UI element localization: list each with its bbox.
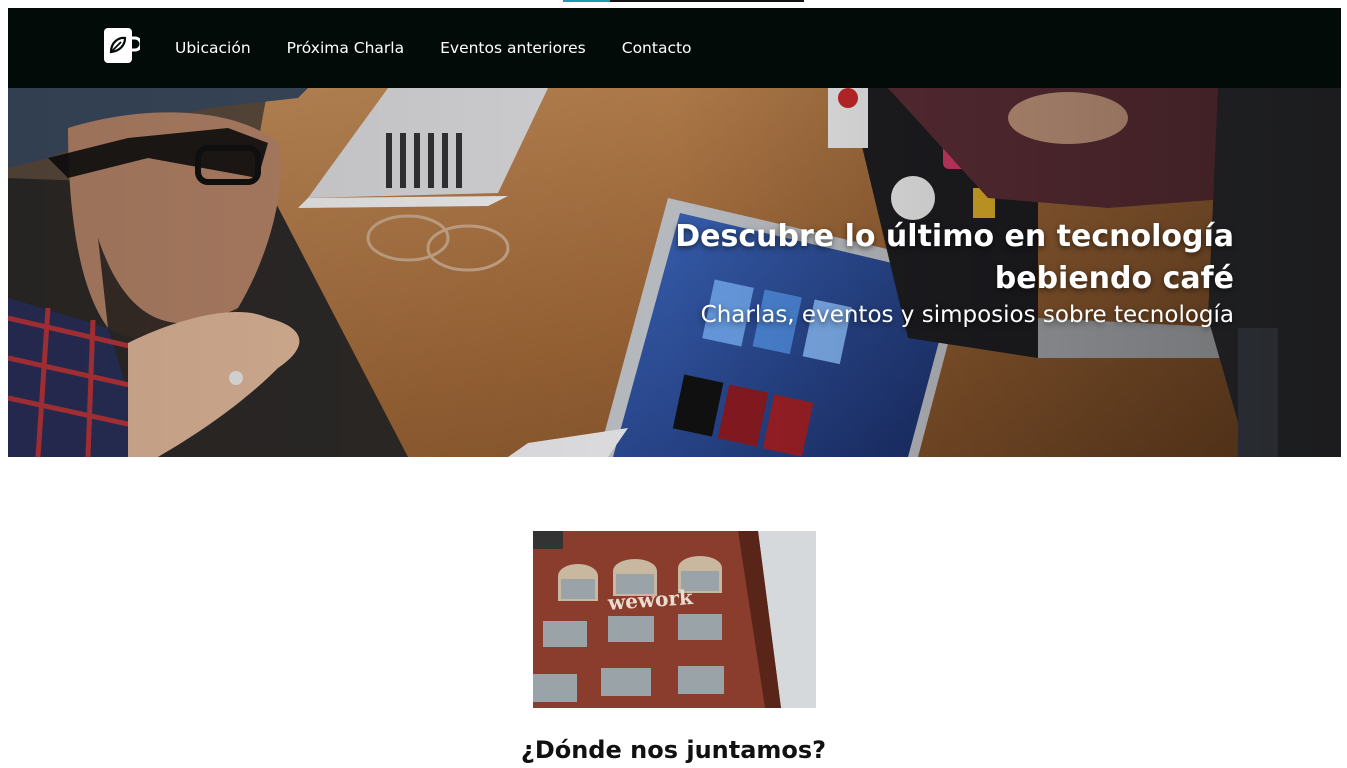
top-strip: [563, 0, 804, 2]
hero-subtitle: Charlas, eventos y simposios sobre tecno…: [700, 302, 1234, 328]
navbar: Ubicación Próxima Charla Eventos anterio…: [8, 8, 1341, 88]
nav-links: Ubicación Próxima Charla Eventos anterio…: [175, 8, 728, 88]
hero-text: Descubre lo último en tecnología bebiend…: [594, 216, 1234, 330]
nav-link-ubicacion[interactable]: Ubicación: [175, 39, 251, 57]
section-title-donde: ¿Dónde nos juntamos?: [520, 736, 827, 764]
nav-link-contacto[interactable]: Contacto: [622, 39, 692, 57]
nav-link-proxima-charla[interactable]: Próxima Charla: [287, 39, 404, 57]
hero-banner: Descubre lo último en tecnología bebiend…: [8, 88, 1341, 457]
location-image: wework: [533, 531, 816, 708]
hero-title: Descubre lo último en tecnología bebiend…: [675, 219, 1234, 296]
coffee-leaf-icon[interactable]: [104, 28, 143, 64]
top-strip-accent: [563, 0, 610, 2]
nav-link-eventos-anteriores[interactable]: Eventos anteriores: [440, 39, 586, 57]
